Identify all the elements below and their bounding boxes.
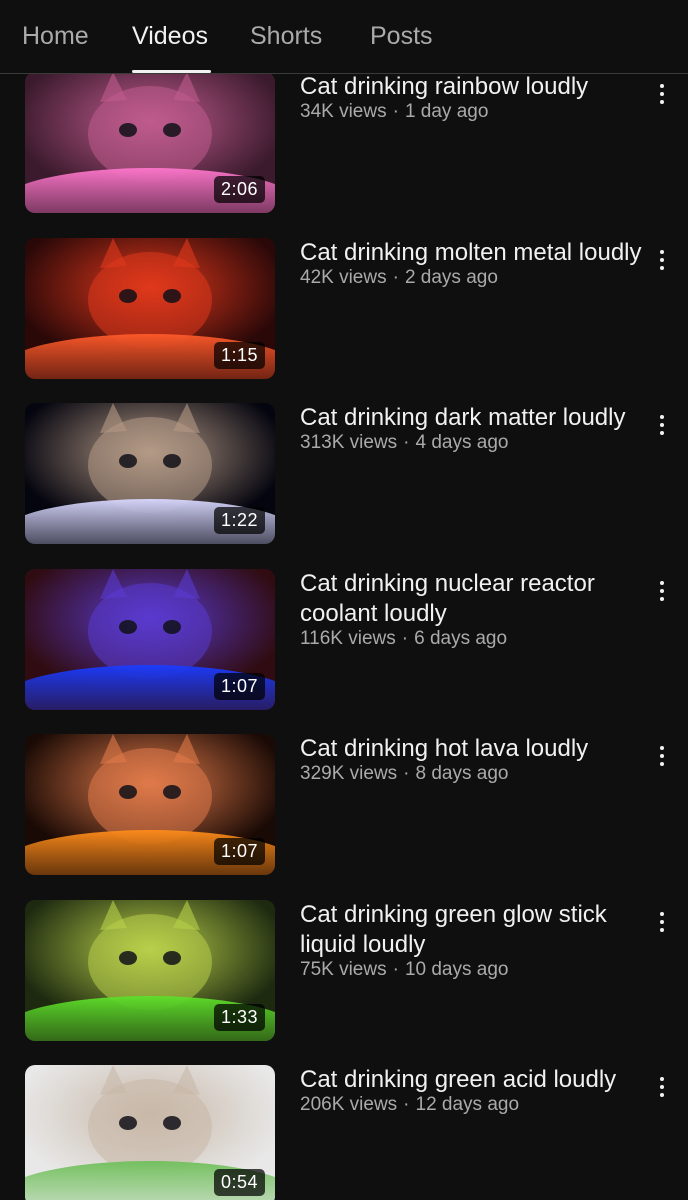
video-title[interactable]: Cat drinking rainbow loudly — [300, 74, 645, 102]
video-metadata: 42K views · 2 days ago — [300, 267, 645, 289]
more-options-icon[interactable] — [652, 742, 672, 772]
video-duration-badge: 1:33 — [213, 1003, 265, 1031]
view-count: 329K views — [300, 763, 398, 784]
meta-separator: · — [403, 432, 410, 453]
meta-separator: · — [403, 1094, 410, 1115]
tab-videos[interactable]: Videos — [132, 22, 208, 51]
view-count: 34K views — [300, 101, 387, 122]
video-list-item[interactable]: 1:22 Cat drinking dark matter loudly 313K … — [0, 403, 688, 550]
video-thumbnail[interactable]: 2:06 — [25, 74, 275, 213]
video-thumbnail[interactable]: 1:22 — [25, 403, 275, 544]
view-count: 206K views — [300, 1094, 398, 1115]
upload-age: 6 days ago — [414, 627, 508, 649]
meta-separator: · — [392, 101, 399, 122]
video-duration-badge: 1:07 — [213, 838, 265, 865]
video-metadata: 75K views · 10 days ago — [300, 959, 645, 981]
video-duration-badge: 1:15 — [213, 341, 265, 369]
video-list-item[interactable]: 1:33 Cat drinking green glow stick liquid… — [0, 899, 688, 1047]
video-thumbnail[interactable]: 1:07 — [25, 734, 275, 875]
video-thumbnail[interactable]: 1:07 — [25, 568, 275, 710]
video-title[interactable]: Cat drinking dark matter loudly — [300, 403, 645, 433]
more-options-icon[interactable] — [652, 411, 672, 441]
video-duration-badge: 1:22 — [213, 507, 265, 534]
upload-age: 10 days ago — [404, 958, 509, 980]
view-count: 75K views — [300, 958, 387, 980]
more-options-icon[interactable] — [652, 80, 672, 110]
meta-separator: · — [392, 266, 399, 288]
video-thumbnail[interactable]: 1:15 — [25, 237, 275, 379]
video-list-item[interactable]: 0:54 Cat drinking green acid loudly 206K v… — [0, 1065, 688, 1200]
upload-age: 8 days ago — [415, 763, 509, 784]
video-metadata: 313K views · 4 days ago — [300, 432, 645, 454]
view-count: 42K views — [300, 266, 387, 288]
upload-age: 2 days ago — [404, 266, 498, 288]
meta-separator: · — [392, 958, 399, 980]
upload-age: 1 day ago — [404, 101, 489, 122]
video-metadata: 329K views · 8 days ago — [300, 763, 645, 785]
view-count: 313K views — [300, 432, 398, 453]
tab-posts[interactable]: Posts — [370, 22, 433, 51]
video-duration-badge: 1:07 — [213, 672, 265, 700]
video-title[interactable]: Cat drinking molten metal loudly — [300, 238, 645, 268]
active-tab-indicator — [132, 70, 211, 73]
video-duration-badge: 0:54 — [213, 1169, 265, 1196]
meta-separator: · — [403, 763, 410, 784]
video-list-item[interactable]: 1:07 Cat drinking nuclear reactor coolant… — [0, 568, 688, 716]
tab-home[interactable]: Home — [22, 22, 89, 51]
video-list[interactable]: 2:06 Cat drinking rainbow loudly 34K views… — [0, 74, 688, 1200]
channel-tab-bar: Home Videos Shorts Posts — [0, 0, 688, 74]
video-thumbnail[interactable]: 0:54 — [25, 1065, 275, 1200]
video-metadata: 116K views · 6 days ago — [300, 628, 645, 650]
video-list-item[interactable]: 1:15 Cat drinking molten metal loudly 42K … — [0, 237, 688, 385]
more-options-icon[interactable] — [652, 246, 672, 276]
view-count: 116K views — [300, 627, 396, 649]
more-options-icon[interactable] — [652, 1073, 672, 1103]
video-list-item[interactable]: 2:06 Cat drinking rainbow loudly 34K views… — [0, 74, 688, 219]
more-options-icon[interactable] — [652, 908, 672, 938]
video-title[interactable]: Cat drinking nuclear reactor coolant lou… — [300, 569, 645, 629]
video-thumbnail[interactable]: 1:33 — [25, 899, 275, 1041]
tab-shorts[interactable]: Shorts — [250, 22, 322, 51]
more-options-icon[interactable] — [652, 577, 672, 607]
video-title[interactable]: Cat drinking green acid loudly — [300, 1065, 645, 1095]
meta-separator: · — [401, 627, 409, 649]
video-metadata: 34K views · 1 day ago — [300, 101, 645, 123]
video-list-item[interactable]: 1:07 Cat drinking hot lava loudly 329K vie… — [0, 734, 688, 881]
video-duration-badge: 2:06 — [213, 176, 265, 203]
upload-age: 12 days ago — [415, 1094, 520, 1115]
video-title[interactable]: Cat drinking green glow stick liquid lou… — [300, 900, 645, 960]
video-metadata: 206K views · 12 days ago — [300, 1094, 645, 1116]
upload-age: 4 days ago — [415, 432, 509, 453]
video-title[interactable]: Cat drinking hot lava loudly — [300, 734, 645, 764]
